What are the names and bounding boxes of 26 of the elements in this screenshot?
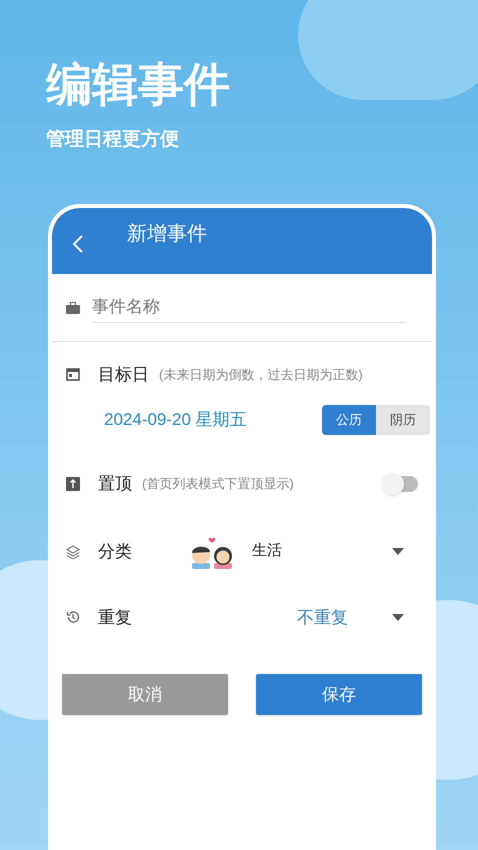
- field-label: 重复: [98, 606, 132, 628]
- field-label: 置顶: [98, 473, 132, 495]
- cancel-button[interactable]: 取消: [62, 674, 228, 715]
- headline: 编辑事件: [46, 57, 231, 112]
- field-label: 目标日: [98, 364, 149, 386]
- field-hint: (未来日期为倒数，过去日期为正数): [159, 366, 363, 384]
- calendar-type-tab[interactable]: 阴历: [376, 405, 430, 435]
- field-hint: (首页列表模式下置顶显示): [142, 475, 294, 493]
- dropdown-caret-icon: [392, 614, 404, 621]
- back-icon[interactable]: [72, 234, 84, 254]
- calendar-type-tab[interactable]: 公历: [322, 405, 376, 435]
- calendar-icon: [66, 367, 80, 382]
- field-label: 分类: [98, 540, 132, 563]
- dropdown-caret-icon: [392, 548, 404, 555]
- pin-top-icon: [66, 476, 80, 491]
- repeat-value: 不重复: [297, 606, 348, 628]
- save-button[interactable]: 保存: [256, 674, 422, 715]
- event-name-field[interactable]: 事件名称: [92, 294, 406, 322]
- category-value: 生活: [252, 541, 282, 562]
- briefcase-icon: [66, 302, 80, 314]
- history-icon: [66, 610, 80, 624]
- layers-icon: [66, 544, 80, 558]
- pin-toggle[interactable]: [384, 476, 418, 492]
- date-value[interactable]: 2024-09-20 星期五: [104, 407, 247, 433]
- screen-title: 新增事件: [127, 222, 207, 247]
- subheadline: 管理日程更方便: [46, 128, 180, 152]
